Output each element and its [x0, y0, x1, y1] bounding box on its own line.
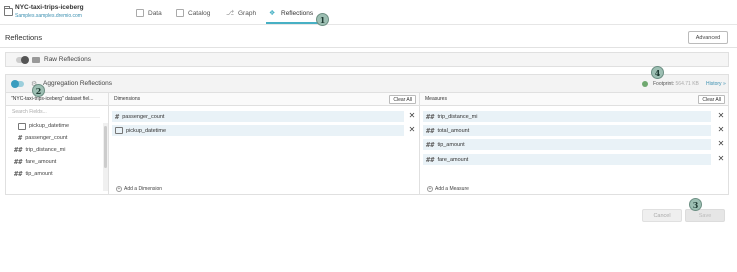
history-link[interactable]: History » [706, 81, 726, 87]
calendar-icon [18, 122, 26, 130]
dataset-name: NYC-taxi-trips-iceberg [15, 4, 84, 11]
callout-2: 2 [32, 84, 45, 97]
dimensions-column: Dimensions Clear All # passenger_count ✕… [109, 93, 420, 195]
raw-reflections-title: Raw Reflections [44, 56, 91, 63]
callout-3: 3 [689, 198, 702, 211]
folder-icon [4, 6, 13, 16]
double-hash-icon: ## [14, 158, 23, 166]
add-measure-button[interactable]: + Add a Measure [427, 186, 469, 192]
tab-graph[interactable]: ⎇ Graph [226, 7, 256, 19]
advanced-button[interactable]: Advanced [688, 31, 728, 44]
footprint: Footprint: 564.71 KB [653, 81, 699, 87]
active-tab-indicator [266, 22, 318, 24]
remove-dimension-icon[interactable]: ✕ [408, 111, 416, 120]
clear-measures-button[interactable]: Clear All [698, 95, 725, 104]
callout-4: 4 [651, 66, 664, 79]
measure-item: ## tip_amount [423, 139, 711, 150]
double-hash-icon: ## [426, 155, 435, 164]
double-hash-icon: ## [426, 126, 435, 135]
remove-measure-icon[interactable]: ✕ [717, 154, 725, 163]
tab-reflections[interactable]: ❖ Reflections [269, 7, 313, 19]
double-hash-icon: ## [426, 140, 435, 149]
hash-icon: # [115, 112, 120, 121]
tab-data[interactable]: Data [136, 7, 162, 19]
field-item[interactable]: ## fare_amount [14, 157, 56, 167]
aggregation-reflections-panel: ⚙ Aggregation Reflections Footprint: 564… [5, 74, 729, 195]
status-ok-icon [642, 81, 648, 87]
dimensions-header: Dimensions Clear All [109, 93, 419, 106]
double-hash-icon: ## [426, 112, 435, 121]
save-button[interactable]: Save [685, 209, 725, 222]
plus-icon: + [427, 186, 433, 192]
dataset-fields-column: "NYC-taxi-trips-iceberg" dataset fiel...… [6, 93, 109, 195]
catalog-icon [176, 9, 184, 17]
fields-scrollbar[interactable] [103, 123, 108, 191]
search-fields-input[interactable]: Search Fields... [8, 109, 100, 118]
callout-1: 1 [316, 13, 329, 26]
measures-header: Measures Clear All [420, 93, 728, 106]
graph-icon: ⎇ [226, 10, 235, 17]
dimension-item: pickup_datetime [112, 125, 404, 136]
measure-item: ## trip_distance_mi [423, 111, 711, 122]
fields-header: "NYC-taxi-trips-iceberg" dataset fiel... [6, 93, 108, 106]
divider [0, 47, 737, 48]
page-title: Reflections [5, 33, 43, 42]
double-hash-icon: ## [14, 170, 23, 178]
hash-icon: # [18, 134, 23, 142]
reflections-icon: ❖ [269, 10, 276, 17]
remove-dimension-icon[interactable]: ✕ [408, 125, 416, 134]
tab-catalog[interactable]: Catalog [176, 7, 210, 19]
dataset-path[interactable]: Samples.samples.dremio.com [15, 13, 82, 19]
calendar-icon [115, 127, 123, 134]
field-item[interactable]: # passenger_count [18, 133, 67, 143]
measures-column: Measures Clear All ## trip_distance_mi ✕… [420, 93, 728, 195]
measure-item: ## total_amount [423, 125, 711, 136]
aggregation-toggle[interactable] [11, 80, 24, 88]
remove-measure-icon[interactable]: ✕ [717, 111, 725, 120]
cancel-button[interactable]: Cancel [642, 209, 682, 222]
dimension-item: # passenger_count [112, 111, 404, 122]
plus-icon: + [116, 186, 122, 192]
remove-measure-icon[interactable]: ✕ [717, 125, 725, 134]
aggregation-header: ⚙ Aggregation Reflections Footprint: 564… [6, 75, 728, 93]
add-dimension-button[interactable]: + Add a Dimension [116, 186, 162, 192]
raw-reflections-panel: Raw Reflections [5, 52, 729, 67]
remove-measure-icon[interactable]: ✕ [717, 139, 725, 148]
double-hash-icon: ## [14, 146, 23, 154]
top-bar: NYC-taxi-trips-iceberg Samples.samples.d… [0, 0, 737, 25]
raw-reflections-toggle[interactable] [16, 56, 29, 64]
table-icon [136, 9, 144, 17]
aggregation-title: Aggregation Reflections [43, 80, 113, 87]
clear-dimensions-button[interactable]: Clear All [389, 95, 416, 104]
field-item[interactable]: ## tip_amount [14, 169, 53, 179]
field-item[interactable]: pickup_datetime [18, 121, 69, 131]
table-icon [32, 57, 40, 63]
measure-item: ## fare_amount [423, 154, 711, 165]
field-item[interactable]: ## trip_distance_mi [14, 145, 65, 155]
